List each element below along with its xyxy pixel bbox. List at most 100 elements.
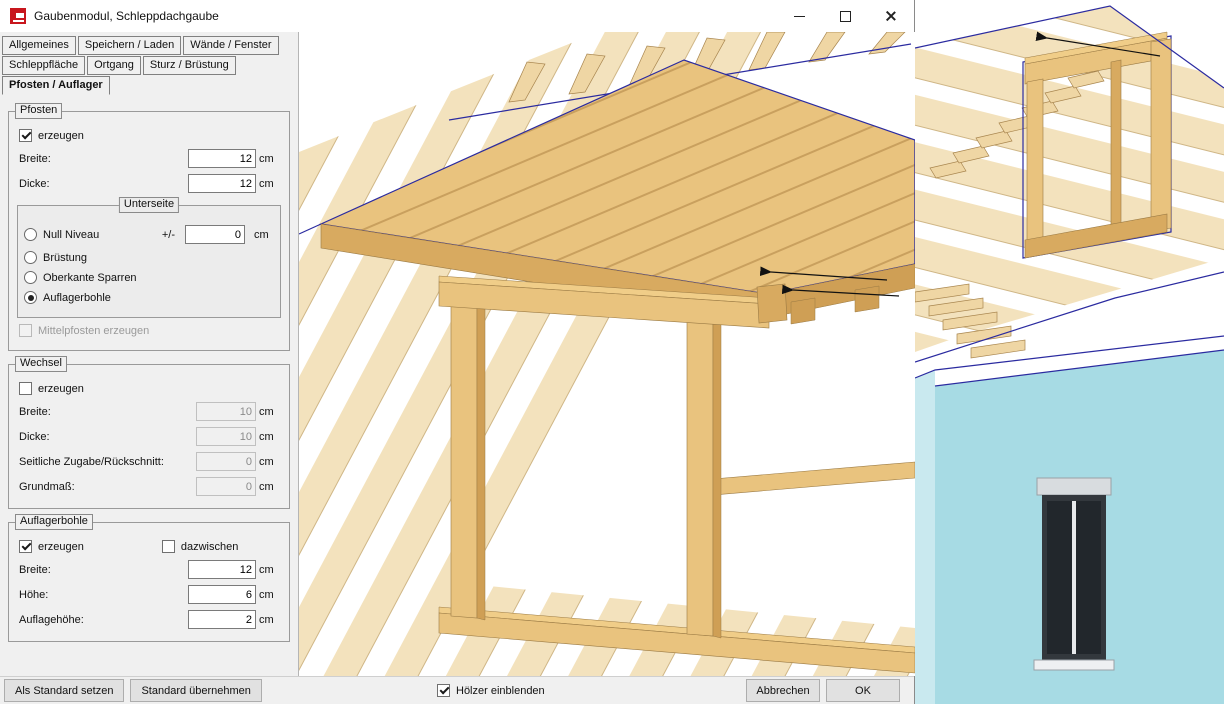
right-post	[687, 294, 721, 638]
cancel-button[interactable]: Abbrechen	[746, 679, 820, 702]
unit-label: cm	[259, 431, 279, 443]
wechsel-group-title: Wechsel	[15, 356, 67, 372]
auflagerbohle-hoehe-label: Höhe:	[19, 589, 188, 601]
tab-allgemeines[interactable]: Allgemeines	[2, 36, 76, 55]
minimize-button[interactable]	[776, 0, 822, 32]
mittelpfosten-checkbox: Mittelpfosten erzeugen	[19, 324, 279, 337]
pfosten-erzeugen-checkbox[interactable]: erzeugen	[19, 129, 279, 142]
main-3d-canvas	[915, 0, 1224, 704]
unit-label: cm	[259, 481, 279, 493]
app-icon	[10, 8, 26, 24]
auflagerbohle-dazwischen-checkbox[interactable]: dazwischen	[162, 540, 238, 553]
radio-auflagerbohle[interactable]: Auflagerbohle	[24, 291, 274, 304]
pfosten-dicke-label: Dicke:	[19, 178, 188, 190]
ok-button[interactable]: OK	[826, 679, 900, 702]
pfosten-dicke-input[interactable]	[188, 174, 256, 193]
maximize-button[interactable]	[822, 0, 868, 32]
radio-label: Brüstung	[43, 252, 87, 264]
radio-indicator	[24, 228, 37, 241]
wechsel-zugabe-input	[196, 452, 256, 471]
minimize-icon	[794, 16, 805, 17]
offset-label: +/-	[162, 229, 175, 241]
radio-label: Oberkante Sparren	[43, 272, 137, 284]
radio-indicator	[24, 251, 37, 264]
wechsel-group: Wechsel erzeugen Breite: cm Dicke:	[8, 364, 290, 509]
wechsel-zugabe-label: Seitliche Zugabe/Rückschnitt:	[19, 456, 196, 468]
tab-ortgang[interactable]: Ortgang	[87, 56, 141, 75]
hoelzer-einblenden-checkbox[interactable]: Hölzer einblenden	[437, 684, 545, 697]
wechsel-dicke-input	[196, 427, 256, 446]
set-standard-button[interactable]: Als Standard setzen	[4, 679, 124, 702]
unit-label: cm	[259, 564, 279, 576]
tab-sturz-bruestung[interactable]: Sturz / Brüstung	[143, 56, 236, 75]
auflagehoehe-input[interactable]	[188, 610, 256, 629]
checkbox-indicator	[19, 324, 32, 337]
wechsel-breite-label: Breite:	[19, 406, 196, 418]
radio-null-niveau[interactable]: Null Niveau +/- cm	[24, 225, 274, 244]
unterseite-offset-input[interactable]	[185, 225, 245, 244]
wechsel-grundmass-input	[196, 477, 256, 496]
tab-speichern-laden[interactable]: Speichern / Laden	[78, 36, 181, 55]
checkbox-indicator	[162, 540, 175, 553]
preview-3d-view[interactable]	[298, 32, 915, 676]
wechsel-erzeugen-checkbox[interactable]: erzeugen	[19, 382, 279, 395]
radio-indicator	[24, 271, 37, 284]
unterseite-group: Unterseite Null Niveau +/- cm Brüstung	[17, 205, 281, 318]
tab-pfosten-auflager[interactable]: Pfosten / Auflager	[2, 76, 110, 95]
checkbox-label: Mittelpfosten erzeugen	[38, 325, 149, 337]
auflagehoehe-label: Auflagehöhe:	[19, 614, 188, 626]
auflagerbohle-hoehe-input[interactable]	[188, 585, 256, 604]
window	[1034, 478, 1114, 670]
unit-label: cm	[259, 589, 279, 601]
checkbox-label: erzeugen	[38, 383, 84, 395]
checkbox-indicator	[437, 684, 450, 697]
tab-strip: AllgemeinesSpeichern / LadenWände / Fens…	[0, 32, 298, 95]
settings-panel: AllgemeinesSpeichern / LadenWände / Fens…	[0, 32, 298, 676]
pfosten-group-title: Pfosten	[15, 103, 62, 119]
radio-label: Null Niveau	[43, 229, 99, 241]
auflagerbohle-breite-label: Breite:	[19, 564, 188, 576]
maximize-icon	[840, 11, 851, 22]
unit-label: cm	[259, 178, 279, 190]
pfosten-breite-label: Breite:	[19, 153, 188, 165]
auflagerbohle-group: Auflagerbohle erzeugen dazwischen	[8, 522, 290, 642]
unterseite-group-title: Unterseite	[119, 197, 179, 213]
left-post	[451, 290, 485, 620]
radio-bruestung[interactable]: Brüstung	[24, 251, 274, 264]
window-controls	[776, 0, 914, 32]
dialog-title: Gaubenmodul, Schleppdachgaube	[34, 9, 219, 23]
auflagerbohle-breite-input[interactable]	[188, 560, 256, 579]
wechsel-grundmass-label: Grundmaß:	[19, 481, 196, 493]
unit-label: cm	[259, 456, 279, 468]
checkbox-indicator	[19, 129, 32, 142]
radio-oberkante-sparren[interactable]: Oberkante Sparren	[24, 271, 274, 284]
unit-label: cm	[254, 229, 274, 241]
unit-label: cm	[259, 406, 279, 418]
house-wall-side	[915, 370, 935, 704]
main-3d-view[interactable]	[915, 0, 1224, 704]
application-window: Gaubenmodul, Schleppdachgaube Allgemeine…	[0, 0, 1224, 704]
preview-3d-canvas	[299, 32, 915, 676]
radio-indicator	[24, 291, 37, 304]
dialog-footer: Als Standard setzen Standard übernehmen …	[0, 676, 914, 704]
checkbox-indicator	[19, 540, 32, 553]
auflagerbohle-group-title: Auflagerbohle	[15, 514, 93, 530]
apply-standard-button[interactable]: Standard übernehmen	[130, 679, 261, 702]
tab-page-pfosten-auflager: Pfosten erzeugen Breite: cm Dicke:	[0, 96, 298, 650]
radio-label: Auflagerbohle	[43, 292, 111, 304]
close-icon	[885, 10, 897, 22]
auflagerbohle-erzeugen-checkbox[interactable]: erzeugen	[19, 540, 84, 553]
checkbox-indicator	[19, 382, 32, 395]
gaubenmodul-dialog: Gaubenmodul, Schleppdachgaube Allgemeine…	[0, 0, 915, 704]
close-button[interactable]	[868, 0, 914, 32]
pfosten-group: Pfosten erzeugen Breite: cm Dicke:	[8, 111, 290, 351]
wechsel-dicke-label: Dicke:	[19, 431, 196, 443]
unit-label: cm	[259, 153, 279, 165]
checkbox-label: dazwischen	[181, 541, 238, 553]
tab-schleppflaeche[interactable]: Schleppfläche	[2, 56, 85, 75]
tab-waende-fenster[interactable]: Wände / Fenster	[183, 36, 278, 55]
pfosten-breite-input[interactable]	[188, 149, 256, 168]
dialog-titlebar[interactable]: Gaubenmodul, Schleppdachgaube	[0, 0, 914, 32]
checkbox-label: erzeugen	[38, 130, 84, 142]
checkbox-label: erzeugen	[38, 541, 84, 553]
